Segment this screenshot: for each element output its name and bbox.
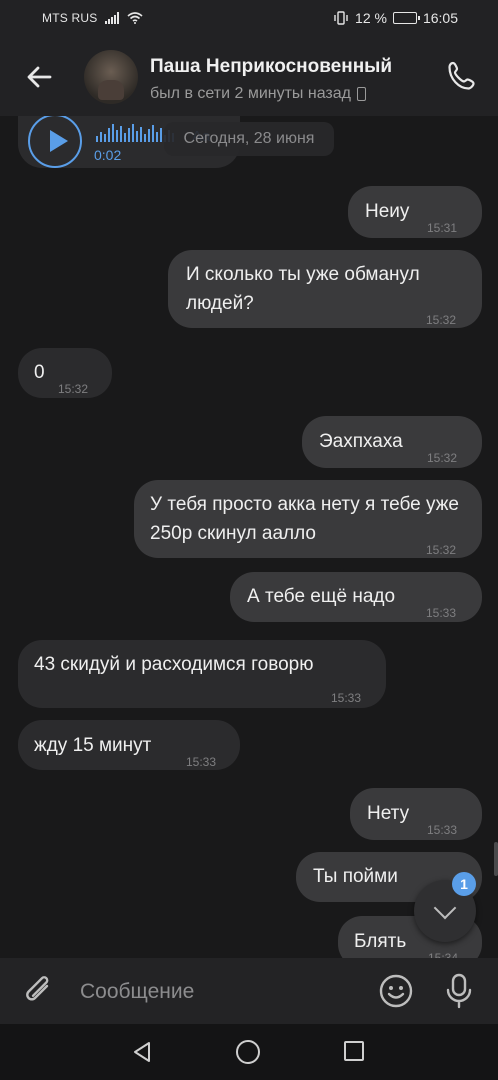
nav-recent-apps-icon[interactable] bbox=[344, 1041, 364, 1061]
message-time: 15:32 bbox=[426, 543, 457, 557]
message-text: Блять bbox=[354, 931, 407, 952]
message-time: 15:32 bbox=[58, 382, 89, 396]
message-text: Ты пойми bbox=[313, 866, 398, 887]
microphone-icon[interactable] bbox=[442, 972, 476, 1010]
message-list[interactable]: 0:02 Aa Сегодня, 28 июня Неиу 15:31 И ск… bbox=[0, 116, 498, 958]
message-time: 15:33 bbox=[427, 823, 458, 837]
emoji-icon[interactable] bbox=[378, 973, 414, 1009]
status-bar-right: 12 % 16:05 bbox=[333, 10, 458, 26]
last-seen-text: был в сети 2 минуты назад bbox=[150, 85, 351, 102]
vibrate-icon bbox=[334, 11, 348, 25]
message-bubble[interactable]: И сколько ты уже обманул людей? 15:32 bbox=[168, 250, 482, 328]
message-bubble[interactable]: Нету 15:33 bbox=[350, 788, 482, 840]
chat-header: Паша Неприкосновенный был в сети 2 минут… bbox=[0, 38, 498, 116]
mobile-device-icon bbox=[356, 87, 366, 101]
waveform bbox=[96, 124, 174, 142]
message-time: 15:34 bbox=[428, 951, 459, 958]
phone-call-icon[interactable] bbox=[444, 58, 480, 94]
contact-name[interactable]: Паша Неприкосновенный bbox=[150, 56, 392, 78]
carrier-name: MTS RUS bbox=[42, 11, 98, 25]
clock: 16:05 bbox=[422, 10, 458, 26]
attach-icon[interactable] bbox=[20, 972, 58, 1010]
message-time: 15:33 bbox=[331, 691, 362, 705]
message-text: Эахпхаха bbox=[319, 431, 403, 452]
message-bubble[interactable]: 0 15:32 bbox=[18, 348, 112, 398]
message-time: 15:31 bbox=[427, 221, 458, 235]
last-seen-status: был в сети 2 минуты назад bbox=[150, 85, 366, 103]
message-input[interactable] bbox=[80, 976, 360, 1008]
message-text: А тебе ещё надо bbox=[247, 586, 396, 607]
message-bubble[interactable]: Эахпхаха 15:32 bbox=[302, 416, 482, 468]
message-time: 15:33 bbox=[426, 606, 457, 620]
play-icon[interactable] bbox=[28, 116, 82, 168]
unread-badge: 1 bbox=[452, 872, 476, 896]
message-time: 15:32 bbox=[427, 451, 458, 465]
message-bubble[interactable]: Неиу 15:31 bbox=[348, 186, 482, 238]
message-bubble[interactable]: жду 15 минут 15:33 bbox=[18, 720, 240, 770]
message-bubble[interactable]: А тебе ещё надо 15:33 bbox=[230, 572, 482, 622]
date-divider: Сегодня, 28 июня bbox=[164, 122, 334, 156]
back-arrow-icon[interactable] bbox=[22, 60, 56, 94]
message-text: Нету bbox=[367, 803, 410, 824]
message-text: жду 15 минут bbox=[34, 735, 152, 756]
message-bubble[interactable]: 43 скидуй и расходимся говорю 15:33 bbox=[18, 640, 386, 708]
contact-avatar[interactable] bbox=[84, 50, 138, 104]
status-bar-left: MTS RUS bbox=[42, 11, 143, 25]
nav-home-icon[interactable] bbox=[236, 1040, 260, 1064]
scrollbar[interactable] bbox=[494, 842, 498, 876]
system-navigation-bar bbox=[0, 1024, 498, 1080]
battery-icon bbox=[392, 12, 420, 24]
message-bubble[interactable]: У тебя просто акка нету я тебе уже 250р … bbox=[134, 480, 482, 558]
message-text: 0 bbox=[34, 362, 45, 383]
message-time: 15:32 bbox=[426, 313, 457, 327]
message-text: 43 скидуй и расходимся говорю bbox=[34, 654, 314, 675]
message-composer bbox=[0, 958, 498, 1024]
wifi-icon bbox=[127, 12, 143, 24]
nav-back-icon[interactable] bbox=[130, 1040, 154, 1064]
signal-icon bbox=[105, 12, 120, 24]
message-time: 15:33 bbox=[186, 755, 217, 769]
status-bar: MTS RUS 12 % 16:05 bbox=[0, 0, 498, 38]
message-text: Неиу bbox=[365, 201, 410, 222]
voice-duration: 0:02 bbox=[94, 147, 122, 163]
battery-percent: 12 % bbox=[355, 10, 387, 26]
